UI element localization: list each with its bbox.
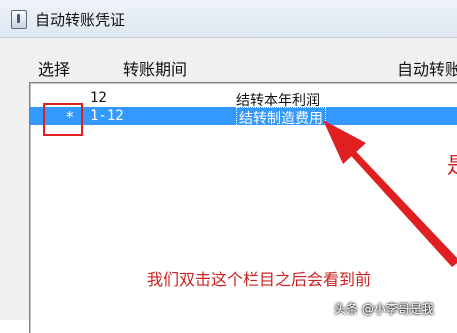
arrow-shaft [343,143,457,267]
annotation-edge-glyph: 是 [447,148,457,180]
auto-transfer-voucher-window: 自动转账凭证 选择 转账期间 自动转账 12 结转本年利润 * 1-12 结转制… [0,0,457,333]
watermark: 头条 @小李哥是我 [334,302,434,316]
annotation-text: 我们双击这个栏目之后会看到前 [147,270,372,289]
